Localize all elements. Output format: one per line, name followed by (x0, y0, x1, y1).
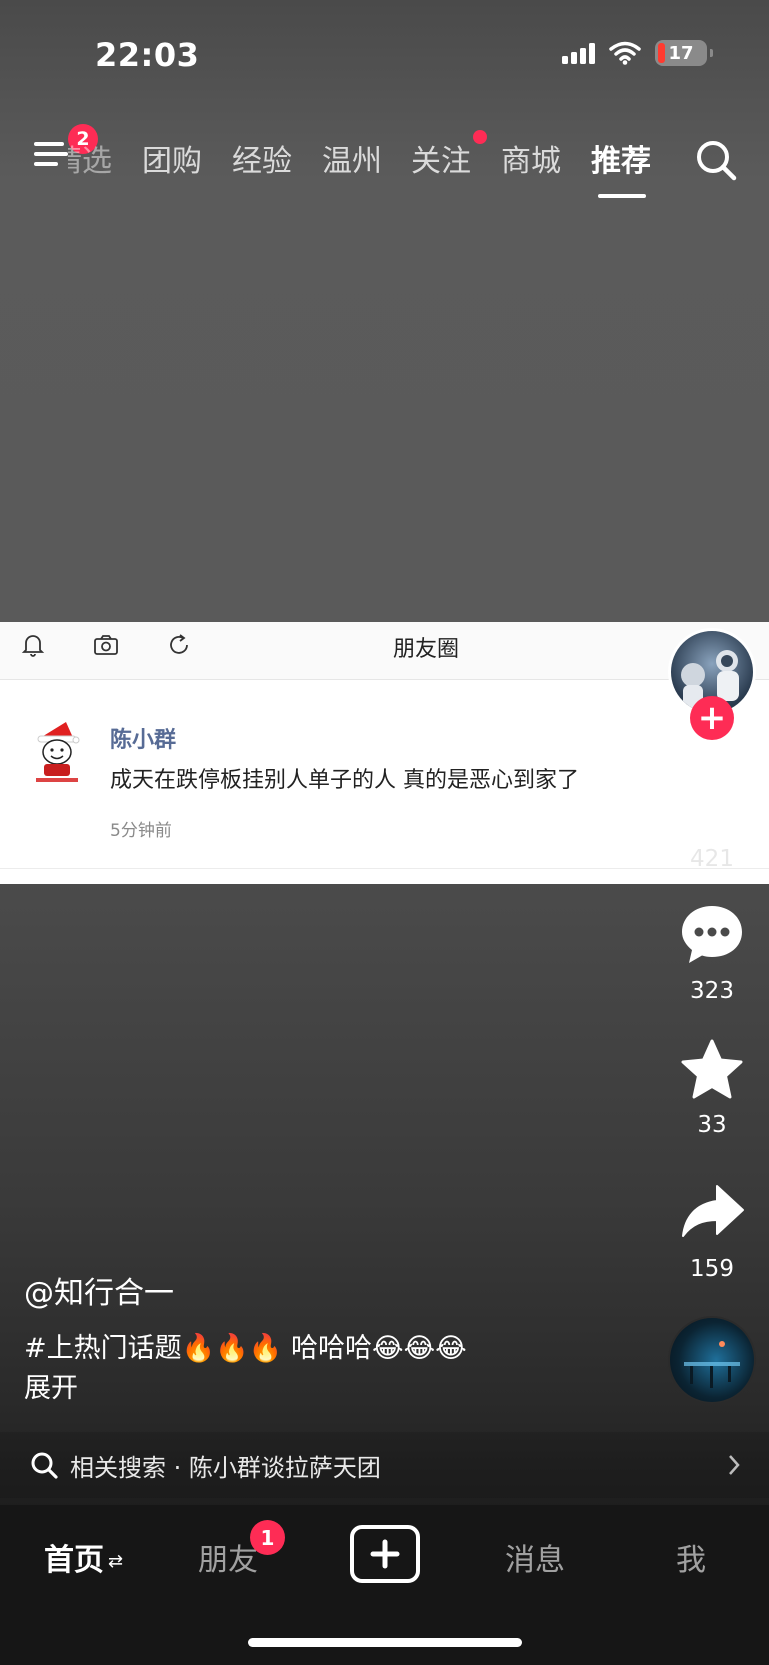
friends-badge: 1 (250, 1520, 285, 1555)
video-feed-screen: 22:03 17 2 精选 团购 经验 温州 关注 商城 推荐 (0, 0, 769, 1665)
like-count: 421 (690, 846, 734, 872)
comment-icon[interactable] (677, 900, 747, 970)
tab-featured[interactable]: 精选 (68, 136, 112, 180)
music-disc[interactable] (668, 1316, 756, 1404)
plus-icon (370, 1539, 400, 1569)
post-avatar (26, 718, 88, 786)
create-button[interactable] (350, 1525, 420, 1583)
moments-title: 朋友圈 (393, 637, 460, 662)
post-text: 成天在跌停板挂别人单子的人 真的是恶心到家了 (110, 768, 579, 793)
active-tab-indicator (598, 194, 646, 198)
tab-wenzhou[interactable]: 温州 (322, 136, 382, 180)
tab-group-buy[interactable]: 团购 (142, 136, 202, 180)
tab-recommend[interactable]: 推荐 (591, 136, 651, 180)
top-nav: 2 精选 团购 经验 温州 关注 商城 推荐 (0, 120, 769, 200)
search-icon (31, 1452, 58, 1479)
status-icons: 17 (562, 40, 713, 66)
tab-me[interactable]: 我 (676, 1535, 706, 1579)
video-caption: #上热门话题🔥🔥🔥 哈哈哈😂😂😂 (24, 1333, 467, 1364)
divider (0, 868, 769, 869)
tab-home-label: 首页 (44, 1543, 104, 1578)
following-dot (473, 130, 487, 144)
share-icon[interactable] (677, 1178, 747, 1248)
chevron-right-icon (729, 1455, 740, 1475)
tab-mall[interactable]: 商城 (501, 136, 561, 180)
bell-icon (21, 635, 45, 657)
related-search-text: 相关搜索 · 陈小群谈拉萨天团 (70, 1454, 381, 1482)
video-author[interactable]: @知行合一 (24, 1268, 174, 1312)
battery-icon: 17 (655, 40, 713, 66)
like-icon[interactable] (677, 768, 747, 838)
search-icon[interactable] (694, 138, 738, 182)
moments-header: 朋友圈 (0, 622, 769, 680)
tab-following[interactable]: 关注 (411, 136, 471, 180)
post-author-name: 陈小群 (110, 728, 177, 753)
favorite-count: 33 (697, 1112, 727, 1138)
music-cover-image (684, 1341, 740, 1388)
tab-friends[interactable]: 朋友 (198, 1535, 258, 1579)
menu-button[interactable] (34, 138, 70, 168)
share-count: 159 (690, 1256, 734, 1282)
tab-home[interactable]: 首页 ⇄ (44, 1535, 123, 1579)
wifi-icon (609, 41, 641, 65)
battery-level: 17 (668, 42, 694, 64)
embedded-moments-screenshot: 朋友圈 陈小群 成天在跌停板挂别人单子的人 真的是恶心到家了 5分钟前 (0, 622, 769, 884)
cellular-signal-icon (562, 42, 595, 64)
follow-button[interactable]: + (690, 696, 734, 740)
home-indicator (248, 1638, 522, 1647)
expand-caption-button[interactable]: 展开 (24, 1366, 78, 1405)
tab-messages[interactable]: 消息 (505, 1535, 565, 1579)
status-time: 22:03 (95, 36, 200, 74)
favorite-star-icon[interactable] (677, 1036, 747, 1106)
related-search-bar[interactable]: 相关搜索 · 陈小群谈拉萨天团 (0, 1432, 769, 1498)
refresh-icon (170, 634, 188, 654)
camera-icon (94, 635, 118, 655)
tab-experience[interactable]: 经验 (232, 136, 292, 180)
post-time: 5分钟前 (110, 821, 172, 841)
swap-icon: ⇄ (108, 1551, 124, 1572)
comment-count: 323 (690, 978, 734, 1004)
